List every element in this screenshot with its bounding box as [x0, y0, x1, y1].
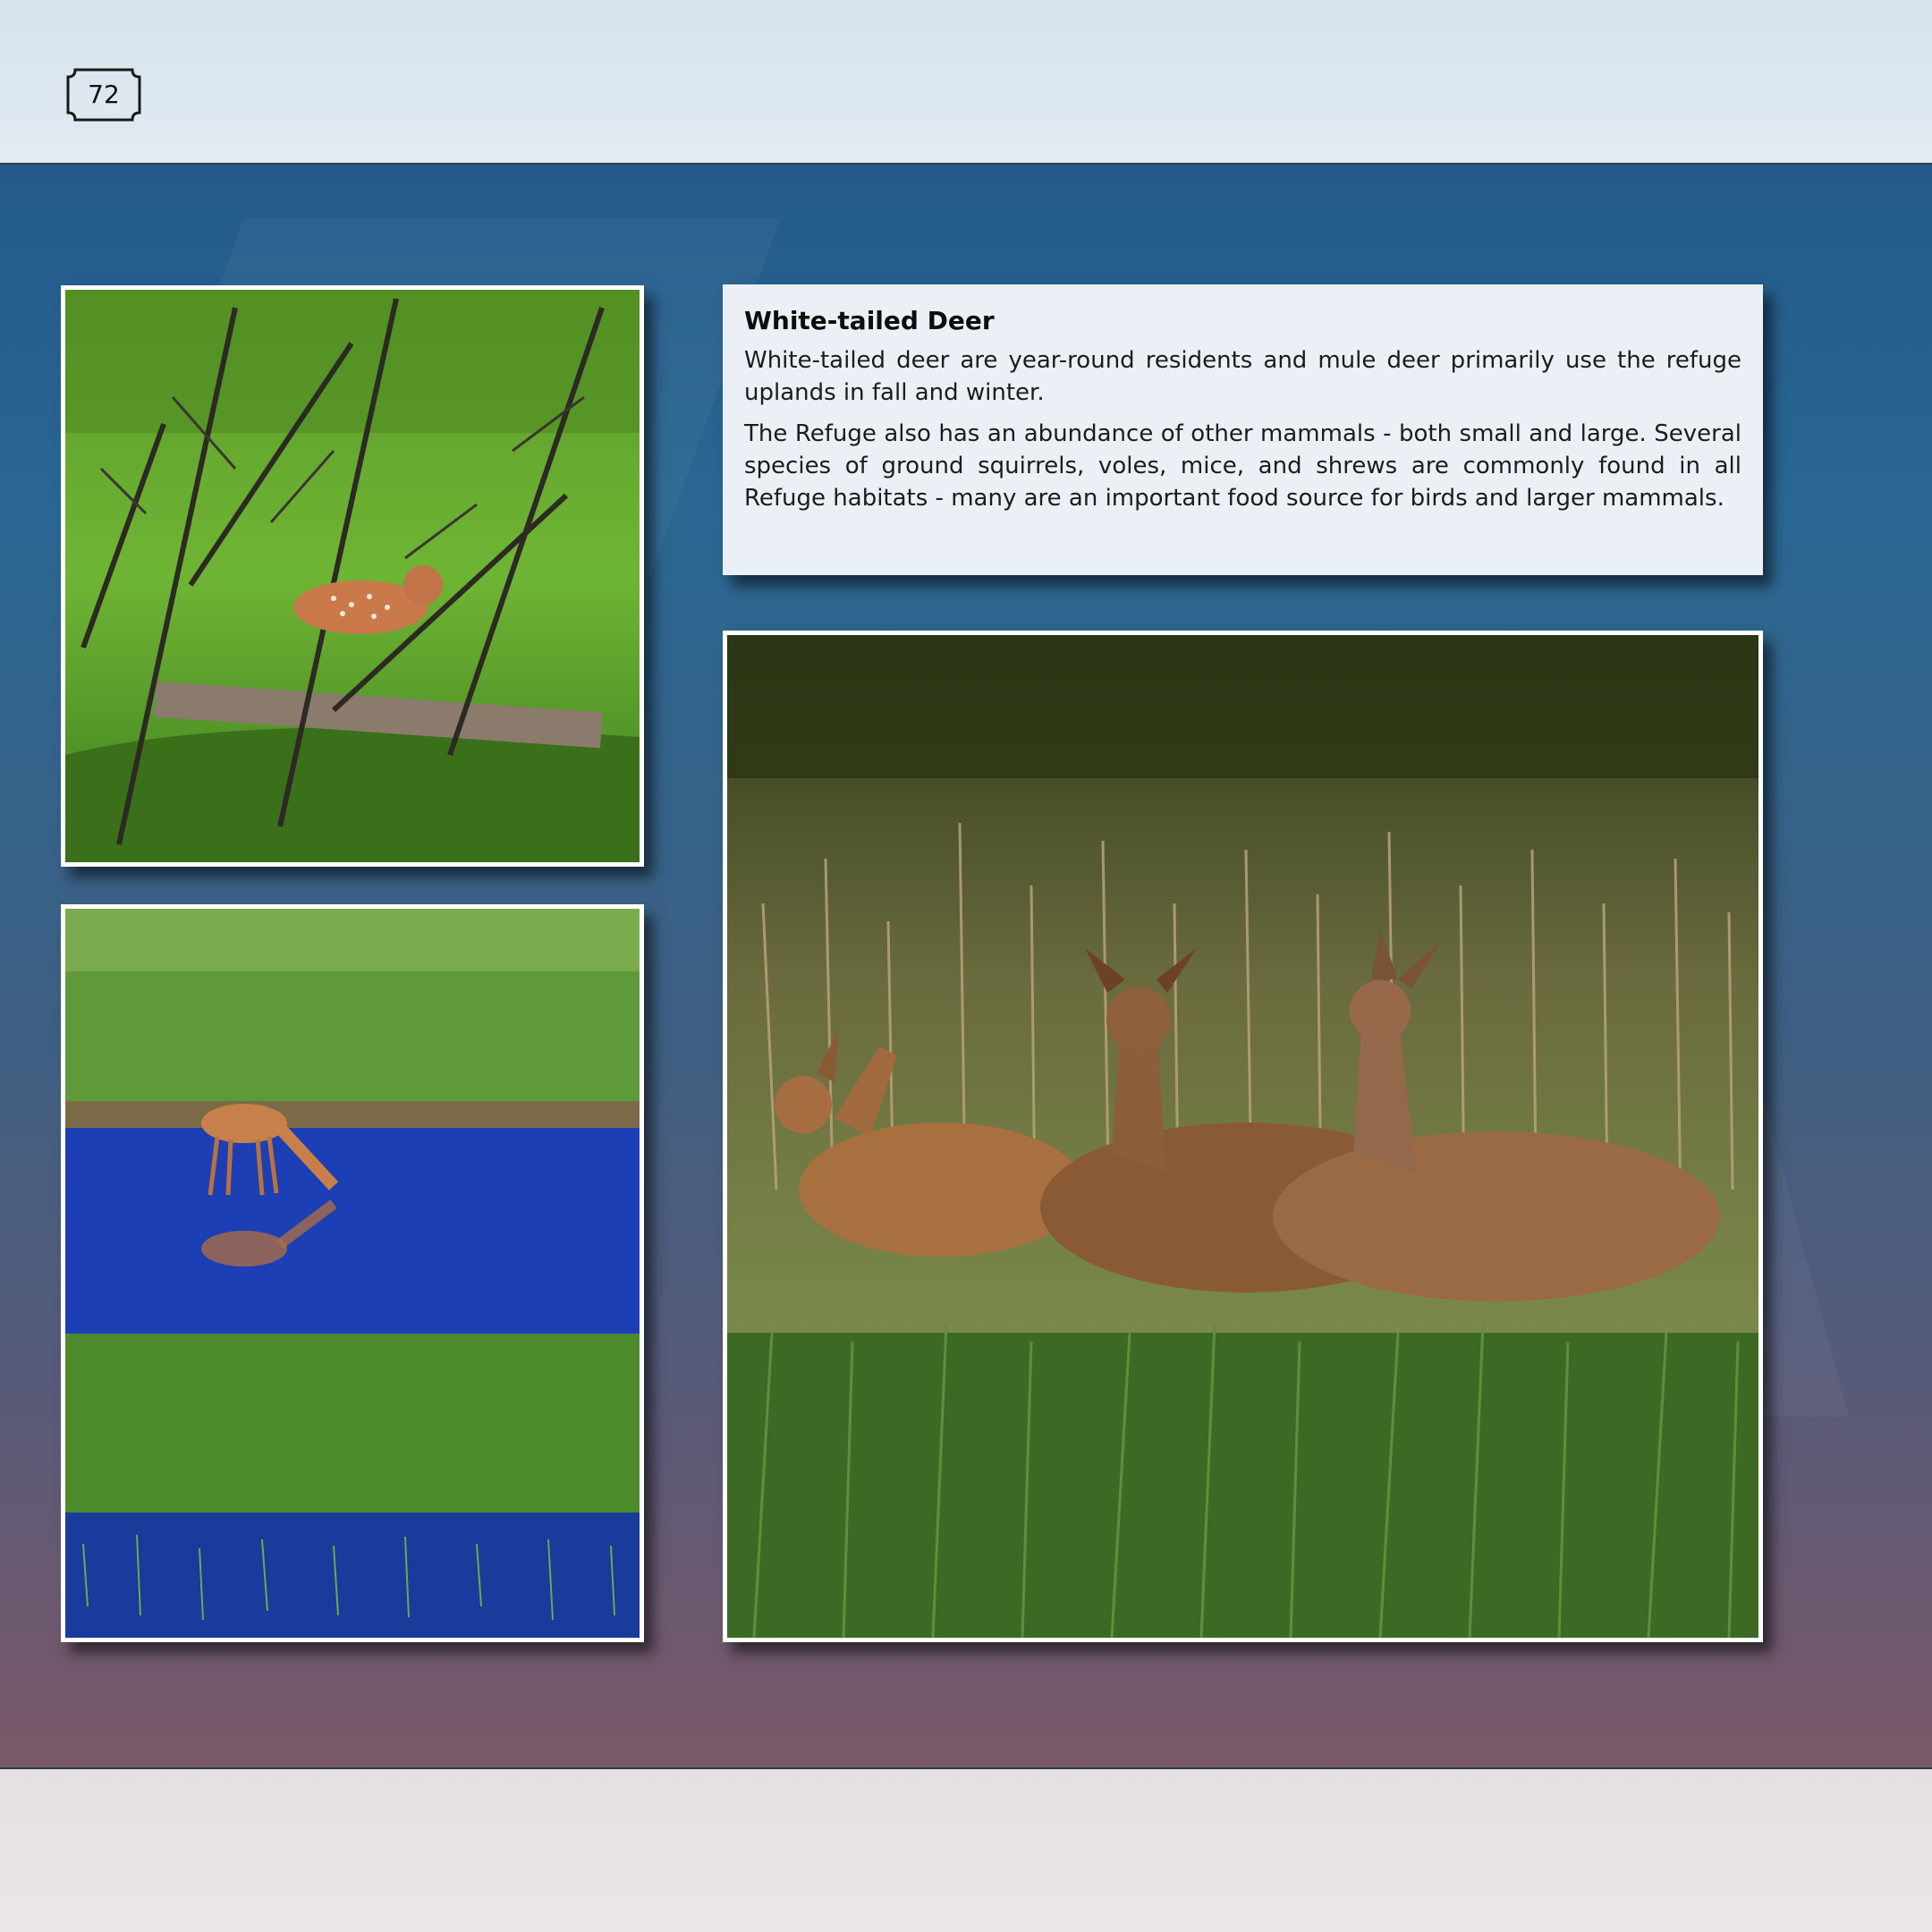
fawn-photo-image: [65, 290, 640, 862]
page-footer-band: [0, 1769, 1932, 1932]
photo-deer-drinking: [61, 904, 644, 1642]
three-deer-photo-image: [727, 635, 1758, 1638]
article-card: White-tailed Deer White-tailed deer are …: [723, 284, 1763, 575]
photo-three-deer: [723, 631, 1763, 1642]
article-title: White-tailed Deer: [744, 306, 995, 335]
article-paragraph-1: White-tailed deer are year-round residen…: [744, 347, 1741, 406]
photo-fawn-in-forest: [61, 285, 644, 867]
page-number: 72: [88, 80, 120, 109]
page-number-badge: 72: [66, 68, 141, 122]
deer-pond-photo-image: [65, 909, 640, 1638]
page-header-band: 72: [0, 0, 1932, 165]
article-paragraph-2: The Refuge also has an abundance of othe…: [744, 420, 1741, 512]
